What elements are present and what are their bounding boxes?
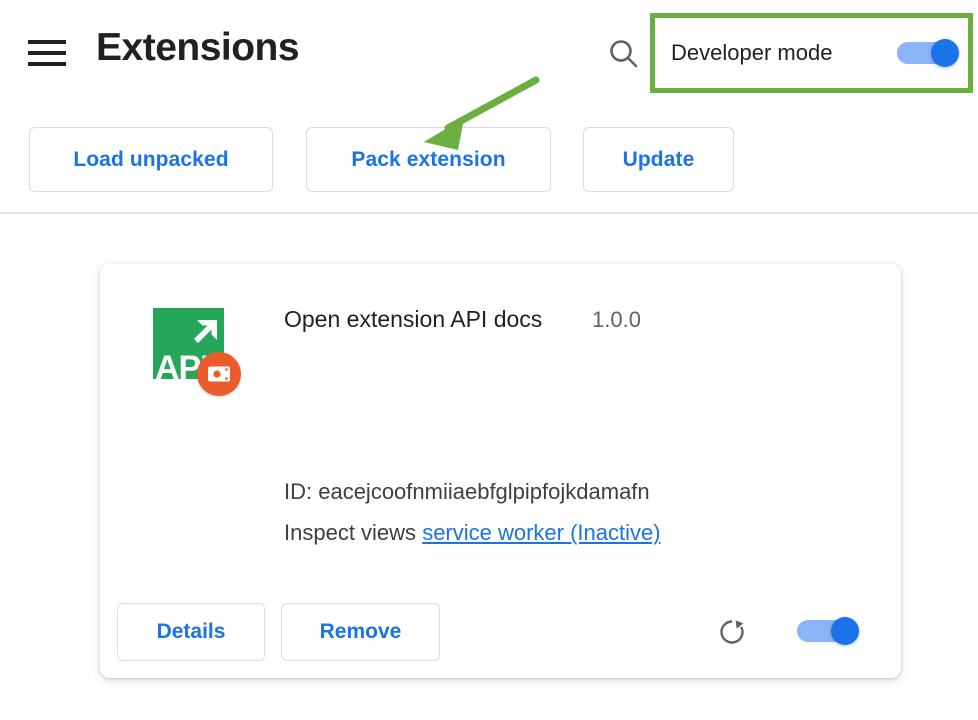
extension-name: Open extension API docs [284, 303, 542, 335]
pack-extension-button[interactable]: Pack extension [306, 127, 551, 192]
extension-enabled-toggle[interactable] [797, 617, 859, 645]
extension-actions-bar: Load unpacked Pack extension Update [0, 127, 978, 195]
extension-id: ID: eacejcoofnmiiaebfglpipfojkdamafn [284, 477, 650, 507]
page-title: Extensions [96, 21, 299, 75]
toolbar-divider [0, 212, 978, 214]
top-toolbar: Extensions Developer mode [0, 0, 978, 106]
developer-mode-label: Developer mode [671, 38, 832, 68]
inspect-views-label: Inspect views [284, 520, 416, 545]
unpacked-extension-badge-icon [197, 352, 241, 396]
search-icon[interactable] [606, 36, 642, 72]
api-docs-extension-icon: API [153, 308, 241, 396]
developer-mode-toggle[interactable] [897, 39, 959, 67]
load-unpacked-button[interactable]: Load unpacked [29, 127, 273, 192]
hamburger-bar [28, 62, 66, 66]
toggle-knob [931, 39, 959, 67]
hamburger-bar [28, 51, 66, 55]
update-button[interactable]: Update [583, 127, 734, 192]
reload-icon[interactable] [717, 617, 747, 647]
toggle-knob [831, 617, 859, 645]
hamburger-bar [28, 40, 66, 44]
details-button[interactable]: Details [117, 603, 265, 661]
hamburger-menu-icon[interactable] [28, 36, 70, 70]
extension-card: API Open extension API docs 1.0.0 ID: ea… [100, 264, 901, 678]
service-worker-link[interactable]: service worker (Inactive) [422, 520, 660, 545]
inspect-views-row: Inspect views service worker (Inactive) [284, 518, 661, 548]
extension-version: 1.0.0 [592, 305, 641, 335]
remove-button[interactable]: Remove [281, 603, 440, 661]
